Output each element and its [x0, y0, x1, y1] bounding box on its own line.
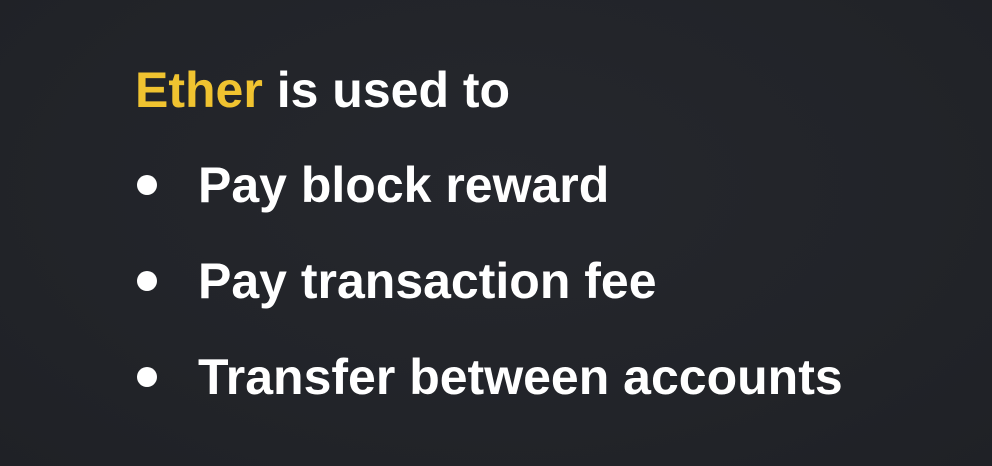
slide-heading: Ether is used to: [135, 60, 510, 120]
bullet-item: Pay block reward: [137, 155, 609, 215]
slide: Ether is used to Pay block reward Pay tr…: [0, 0, 992, 466]
bullet-text: Pay block reward: [198, 157, 610, 213]
bullet-dot-icon: [137, 367, 157, 387]
bullet-dot-icon: [137, 175, 157, 195]
bullet-item: Pay transaction fee: [137, 251, 657, 311]
heading-accent-word: Ether: [135, 62, 263, 118]
bullet-text: Transfer between accounts: [198, 349, 843, 405]
bullet-text: Pay transaction fee: [198, 253, 657, 309]
heading-rest: is used to: [262, 62, 511, 118]
bullet-item: Transfer between accounts: [137, 347, 843, 407]
bullet-dot-icon: [137, 271, 157, 291]
